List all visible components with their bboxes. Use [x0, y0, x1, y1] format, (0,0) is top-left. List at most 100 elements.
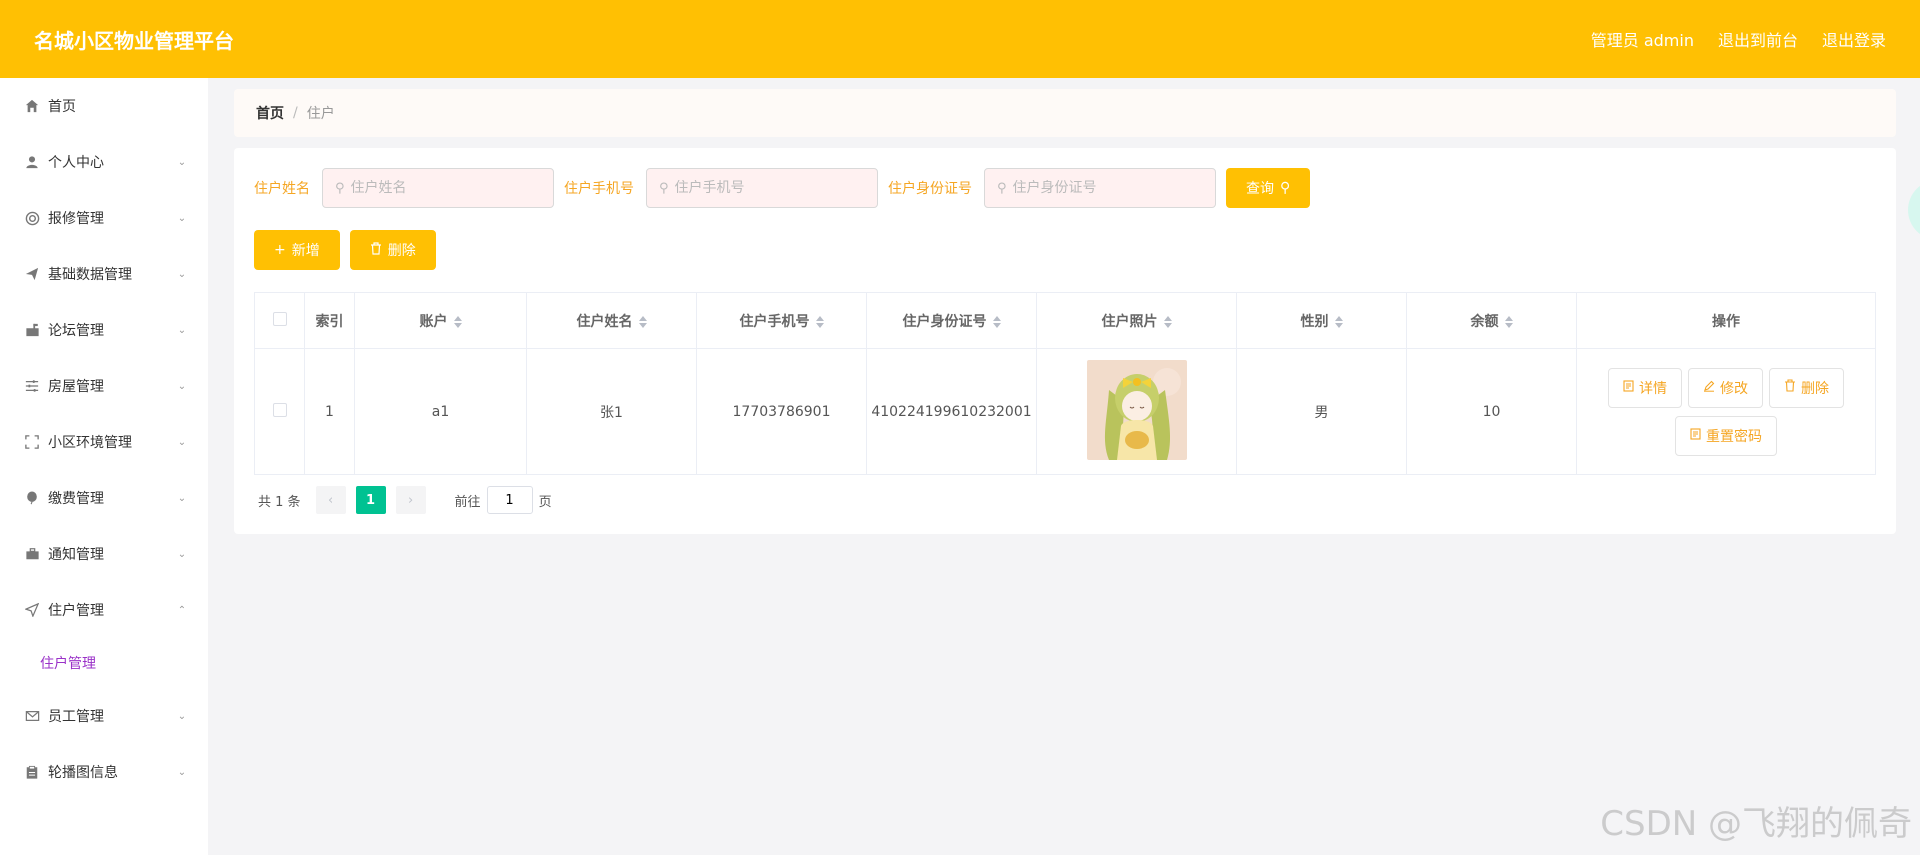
sort-icon[interactable]	[1334, 315, 1343, 328]
detail-button-label: 详情	[1639, 380, 1667, 397]
column-header-label: 性别	[1300, 313, 1329, 330]
column-header-id-number[interactable]: 住户身份证号	[866, 292, 1037, 349]
sidebar-item-label: 基础数据管理	[48, 267, 132, 283]
column-header-gender[interactable]: 性别	[1236, 292, 1407, 349]
plus-icon: +	[274, 242, 286, 258]
breadcrumb-home[interactable]: 首页	[256, 103, 284, 123]
sidebar-item-home[interactable]: 首页	[0, 78, 208, 134]
column-header-index: 索引	[304, 292, 355, 349]
name-search-field[interactable]: ⚲	[322, 168, 554, 208]
id-search-input[interactable]	[1012, 180, 1203, 196]
column-header-account[interactable]: 账户	[354, 292, 527, 349]
row-checkbox[interactable]	[272, 402, 287, 417]
delete-button[interactable]: 删除	[1769, 367, 1844, 408]
search-icon: ⚲	[997, 180, 1007, 196]
column-header-label: 账户	[419, 313, 448, 330]
send-icon	[24, 266, 40, 282]
delete-button-label: 删除	[387, 243, 416, 259]
resident-photo[interactable]	[1086, 359, 1187, 460]
sidebar-item-notice[interactable]: 通知管理 ⌄	[0, 526, 208, 582]
app-title: 名城小区物业管理平台	[34, 28, 234, 53]
sort-icon[interactable]	[638, 315, 647, 328]
top-header: 名城小区物业管理平台 管理员 admin 退出到前台 退出登录	[0, 0, 1920, 78]
cell-gender: 男	[1236, 348, 1407, 475]
select-all-checkbox[interactable]	[272, 311, 287, 326]
sidebar-item-label: 小区环境管理	[48, 435, 132, 451]
sort-icon[interactable]	[1163, 315, 1172, 328]
admin-link[interactable]: 管理员 admin	[1591, 27, 1694, 51]
sidebar-item-environment[interactable]: 小区环境管理 ⌄	[0, 414, 208, 470]
prev-page-button[interactable]: ‹	[315, 486, 346, 514]
phone-search-label: 住户手机号	[564, 181, 634, 197]
action-buttons: + 新增 删除	[254, 230, 436, 270]
sort-icon[interactable]	[453, 315, 462, 328]
query-button[interactable]: 查询 ⚲	[1226, 168, 1311, 208]
sidebar-item-label: 缴费管理	[48, 491, 104, 507]
sidebar-item-carousel[interactable]: 轮播图信息 ⌄	[0, 744, 208, 800]
cell-index: 1	[304, 348, 355, 475]
sidebar-item-repair[interactable]: 报修管理 ⌄	[0, 190, 208, 246]
document-icon	[1623, 379, 1634, 396]
sidebar-item-label: 房屋管理	[48, 379, 104, 395]
phone-search-input[interactable]	[674, 180, 865, 196]
sidebar-item-resident[interactable]: 住户管理 ⌃	[0, 582, 208, 638]
name-search-input[interactable]	[350, 180, 541, 196]
column-header-operations: 操作	[1576, 292, 1876, 349]
sidebar-item-staff[interactable]: 员工管理 ⌄	[0, 688, 208, 744]
column-header-phone[interactable]: 住户手机号	[696, 292, 867, 349]
sidebar-item-basic-data[interactable]: 基础数据管理 ⌄	[0, 246, 208, 302]
chevron-down-icon: ⌄	[177, 268, 187, 280]
to-front-link[interactable]: 退出到前台	[1718, 27, 1798, 51]
sort-icon[interactable]	[992, 315, 1001, 328]
row-select-cell	[254, 348, 305, 475]
chevron-down-icon: ⌄	[177, 492, 187, 504]
chevron-down-icon: ⌄	[177, 766, 187, 778]
breadcrumb: 首页 / 住户	[234, 89, 1896, 137]
edit-button-label: 修改	[1720, 380, 1748, 397]
id-search-field[interactable]: ⚲	[984, 168, 1216, 208]
header-links: 管理员 admin 退出到前台 退出登录	[1591, 27, 1886, 51]
floating-widget[interactable]	[1908, 180, 1920, 240]
logout-link[interactable]: 退出登录	[1822, 27, 1886, 51]
chevron-down-icon: ⌄	[177, 324, 187, 336]
frame-icon	[24, 434, 40, 450]
cell-id-number: 410224199610232001	[866, 348, 1037, 475]
resident-table: 索引 账户 住户姓名 住户手机号 住户身份证号 住户照片 性别 余额 操作 1 …	[254, 292, 1876, 475]
select-all-cell	[254, 292, 305, 349]
sidebar-item-personal-center[interactable]: 个人中心 ⌄	[0, 134, 208, 190]
sidebar-item-forum[interactable]: 论坛管理 ⌄	[0, 302, 208, 358]
content-card: 住户姓名 ⚲ 住户手机号 ⚲ 住户身份证号 ⚲ 查询 ⚲ + 新增 删除	[234, 148, 1896, 534]
detail-button[interactable]: 详情	[1608, 367, 1682, 408]
cell-phone: 17703786901	[696, 348, 867, 475]
chevron-up-icon: ⌃	[177, 604, 187, 616]
table-header-row: 索引 账户 住户姓名 住户手机号 住户身份证号 住户照片 性别 余额 操作	[254, 292, 1876, 349]
column-header-name[interactable]: 住户姓名	[526, 292, 697, 349]
breadcrumb-current: 住户	[306, 106, 335, 122]
operation-buttons: 详情 修改 删除 重置密码	[1591, 364, 1861, 460]
briefcase-icon	[24, 546, 40, 562]
phone-search-field[interactable]: ⚲	[646, 168, 878, 208]
column-header-photo[interactable]: 住户照片	[1036, 292, 1237, 349]
page-suffix: 页	[538, 494, 552, 510]
search-icon: ⚲	[1280, 180, 1291, 196]
batch-delete-button[interactable]: 删除	[349, 230, 436, 270]
next-page-button[interactable]: ›	[395, 486, 426, 514]
chevron-down-icon: ⌄	[177, 436, 187, 448]
search-icon: ⚲	[659, 180, 669, 196]
add-button[interactable]: + 新增	[254, 230, 340, 270]
page-number-button[interactable]: 1	[355, 486, 386, 514]
submenu-item-resident-management[interactable]: 住户管理	[0, 638, 208, 688]
sort-icon[interactable]	[815, 315, 824, 328]
lifebuoy-icon	[24, 210, 40, 226]
goto-page-input[interactable]	[486, 486, 533, 514]
sidebar-item-house[interactable]: 房屋管理 ⌄	[0, 358, 208, 414]
home-icon	[24, 98, 40, 114]
edit-button[interactable]: 修改	[1688, 367, 1763, 408]
sort-icon[interactable]	[1504, 315, 1513, 328]
column-header-balance[interactable]: 余额	[1406, 292, 1577, 349]
chevron-down-icon: ⌄	[177, 380, 187, 392]
sidebar-item-label: 报修管理	[48, 211, 104, 227]
reset-password-button[interactable]: 重置密码	[1675, 415, 1777, 456]
sidebar-item-payment[interactable]: 缴费管理 ⌄	[0, 470, 208, 526]
sidebar-item-label: 首页	[48, 99, 76, 115]
